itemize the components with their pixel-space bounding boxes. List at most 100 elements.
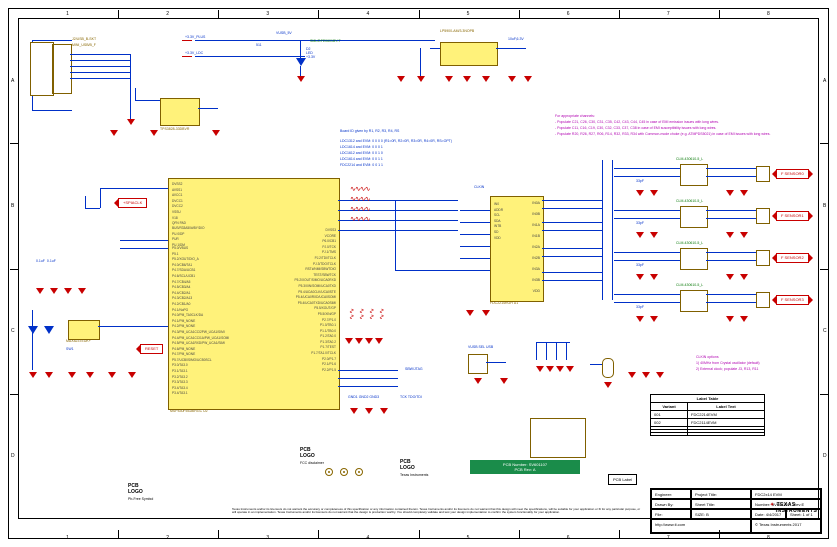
gnd-icon: [127, 119, 135, 125]
pin-label: P3.4/TA3.1: [172, 391, 229, 397]
gnd-icon: [110, 130, 118, 136]
trafo-ref: CLM-430610-5_L: [676, 158, 703, 162]
flag-sensor: F SENSOR3: [776, 295, 809, 305]
gnd-icon: [604, 382, 612, 388]
pcb-logo-2: PCB LOGO: [300, 448, 315, 459]
gnd-icon: [482, 310, 490, 316]
ruler-col: 8: [767, 535, 770, 541]
transformer-icon: [680, 290, 708, 312]
reset-btn: SW1: [66, 348, 74, 352]
note-l2: LDC1614 and EVM: 0 0 0 1: [340, 146, 383, 150]
flag-reset: RESET: [140, 344, 163, 354]
chip-reset: [68, 320, 100, 340]
fiducial-icon: [355, 468, 363, 476]
pin-label: IN0B: [520, 209, 540, 220]
ldo-cap: 10uF,6.3V: [508, 38, 524, 42]
ruler-col: 6: [567, 11, 570, 17]
ruler-col: 7: [667, 11, 670, 17]
ldo-ref: LP5900-AM/3.3NOPB: [440, 30, 474, 34]
mag-h: For appropriate channels:: [555, 115, 595, 119]
tb-proj: Project Title:: [691, 489, 751, 499]
pin-label: IN3B: [520, 275, 540, 286]
net-vbus5v: VUSB_5V: [276, 32, 292, 36]
table-cell: 001: [651, 411, 688, 419]
ruler-row: D: [11, 453, 15, 459]
reg1-ref: TPS3828-33DBVR: [160, 128, 189, 132]
gnd-icon: [474, 378, 482, 384]
trafo-ref: CLM-430610-5_L: [676, 200, 703, 204]
ruler-col: 4: [366, 535, 369, 541]
jtag-line2: TCK TDO/TDI: [400, 396, 422, 400]
pcb-logo-3-sub: Texas Instruments: [400, 474, 428, 478]
tb-size: SIZE: B: [691, 509, 751, 519]
res-icon: ∿∿∿∿: [350, 216, 369, 224]
gnd-icon: [524, 76, 532, 82]
cap-value: 33pF: [636, 264, 644, 268]
transformer-icon: [680, 206, 708, 228]
pcb-rev-box: PCB Number: SV601107 PCB Rev: A: [470, 460, 580, 474]
gnd-icon: [536, 366, 544, 372]
ruler-col: 8: [767, 11, 770, 17]
header-icon: [530, 418, 586, 458]
transformer-icon: [680, 248, 708, 270]
pin-label: IN0A: [520, 198, 540, 209]
cap-row: 0.1uF 0.1uF: [36, 260, 56, 264]
table-cell: [688, 433, 765, 436]
diode-r: 511: [256, 44, 262, 48]
usb-conn-ref: J2/USB_B-SKT: [72, 38, 96, 42]
sensor-conn: [756, 208, 770, 224]
ruler-col: 2: [166, 11, 169, 17]
gnd-icon: [463, 76, 471, 82]
gnd-icon: [466, 310, 474, 316]
ruler-col: 3: [266, 11, 269, 17]
gnd-icon: [297, 76, 305, 82]
flag-sensor: F SENSOR0: [776, 169, 809, 179]
disclaimer: Texas Instruments and/or its licensors d…: [232, 508, 642, 515]
cap-value: 33pF: [636, 180, 644, 184]
gnd-icon: [556, 366, 564, 372]
pcb-rev: PCB Rev: A: [475, 467, 575, 472]
chip-ldo: [440, 42, 498, 66]
ruler-col: 6: [567, 535, 570, 541]
gnd-icon: [482, 76, 490, 82]
ruler-col: 7: [667, 535, 670, 541]
tb-eng: Engineer:: [651, 489, 691, 499]
sensor-conn: [756, 166, 770, 182]
pcb-logo-1-sub: Pb-Free Symbol: [128, 498, 153, 502]
usb-str: VUSB SEL USB: [468, 346, 493, 350]
gnd-icon: [642, 372, 650, 378]
note-l5: FDC2214 and EVM: 0 0 1 1: [340, 164, 383, 168]
table-cell: [651, 433, 688, 436]
gnd-icon: [345, 338, 353, 344]
gnd-icon: [64, 288, 72, 294]
gnd-icon: [397, 76, 405, 82]
pcb-logo-3: PCB LOGO: [400, 460, 415, 471]
tb-projv: FDC2x14 EVM: [751, 489, 821, 499]
gnd-icon: [445, 76, 453, 82]
gnd-icon: [78, 288, 86, 294]
transformer-icon: [680, 164, 708, 186]
res-icon: ∿∿∿∿: [350, 196, 369, 204]
ruler-col: 5: [467, 535, 470, 541]
gnd-icon: [45, 372, 53, 378]
gnd-icon: [86, 372, 94, 378]
table-cell: FDC2114EVM: [688, 419, 765, 427]
gnd-icon: [108, 372, 116, 378]
ruler-row: A: [11, 78, 14, 84]
label-table-h2: Label Text: [688, 403, 765, 411]
gnd-icon: [656, 372, 664, 378]
pin-label: IN1B: [520, 231, 540, 242]
pin-label: IN2B: [520, 253, 540, 264]
pin-label: IN2A: [520, 242, 540, 253]
note-l4: LDC1614 and EVM: 0 0 1 1: [340, 158, 383, 162]
gnd-icon: [150, 130, 158, 136]
note-l3: LDC1612 and EVM: 0 0 1 0: [340, 152, 383, 156]
gnd-icon: [355, 338, 363, 344]
trafo-ref: CLM-430610-5_L: [676, 284, 703, 288]
pcb-label-box: PCB Label: [608, 474, 637, 485]
xtal-icon: [602, 358, 614, 378]
ruler-row: A: [823, 78, 826, 84]
gnd-icon: [417, 76, 425, 82]
label-table: Label Table Variant Label Text 001FDC221…: [650, 394, 765, 436]
gnd-icon: [365, 338, 373, 344]
